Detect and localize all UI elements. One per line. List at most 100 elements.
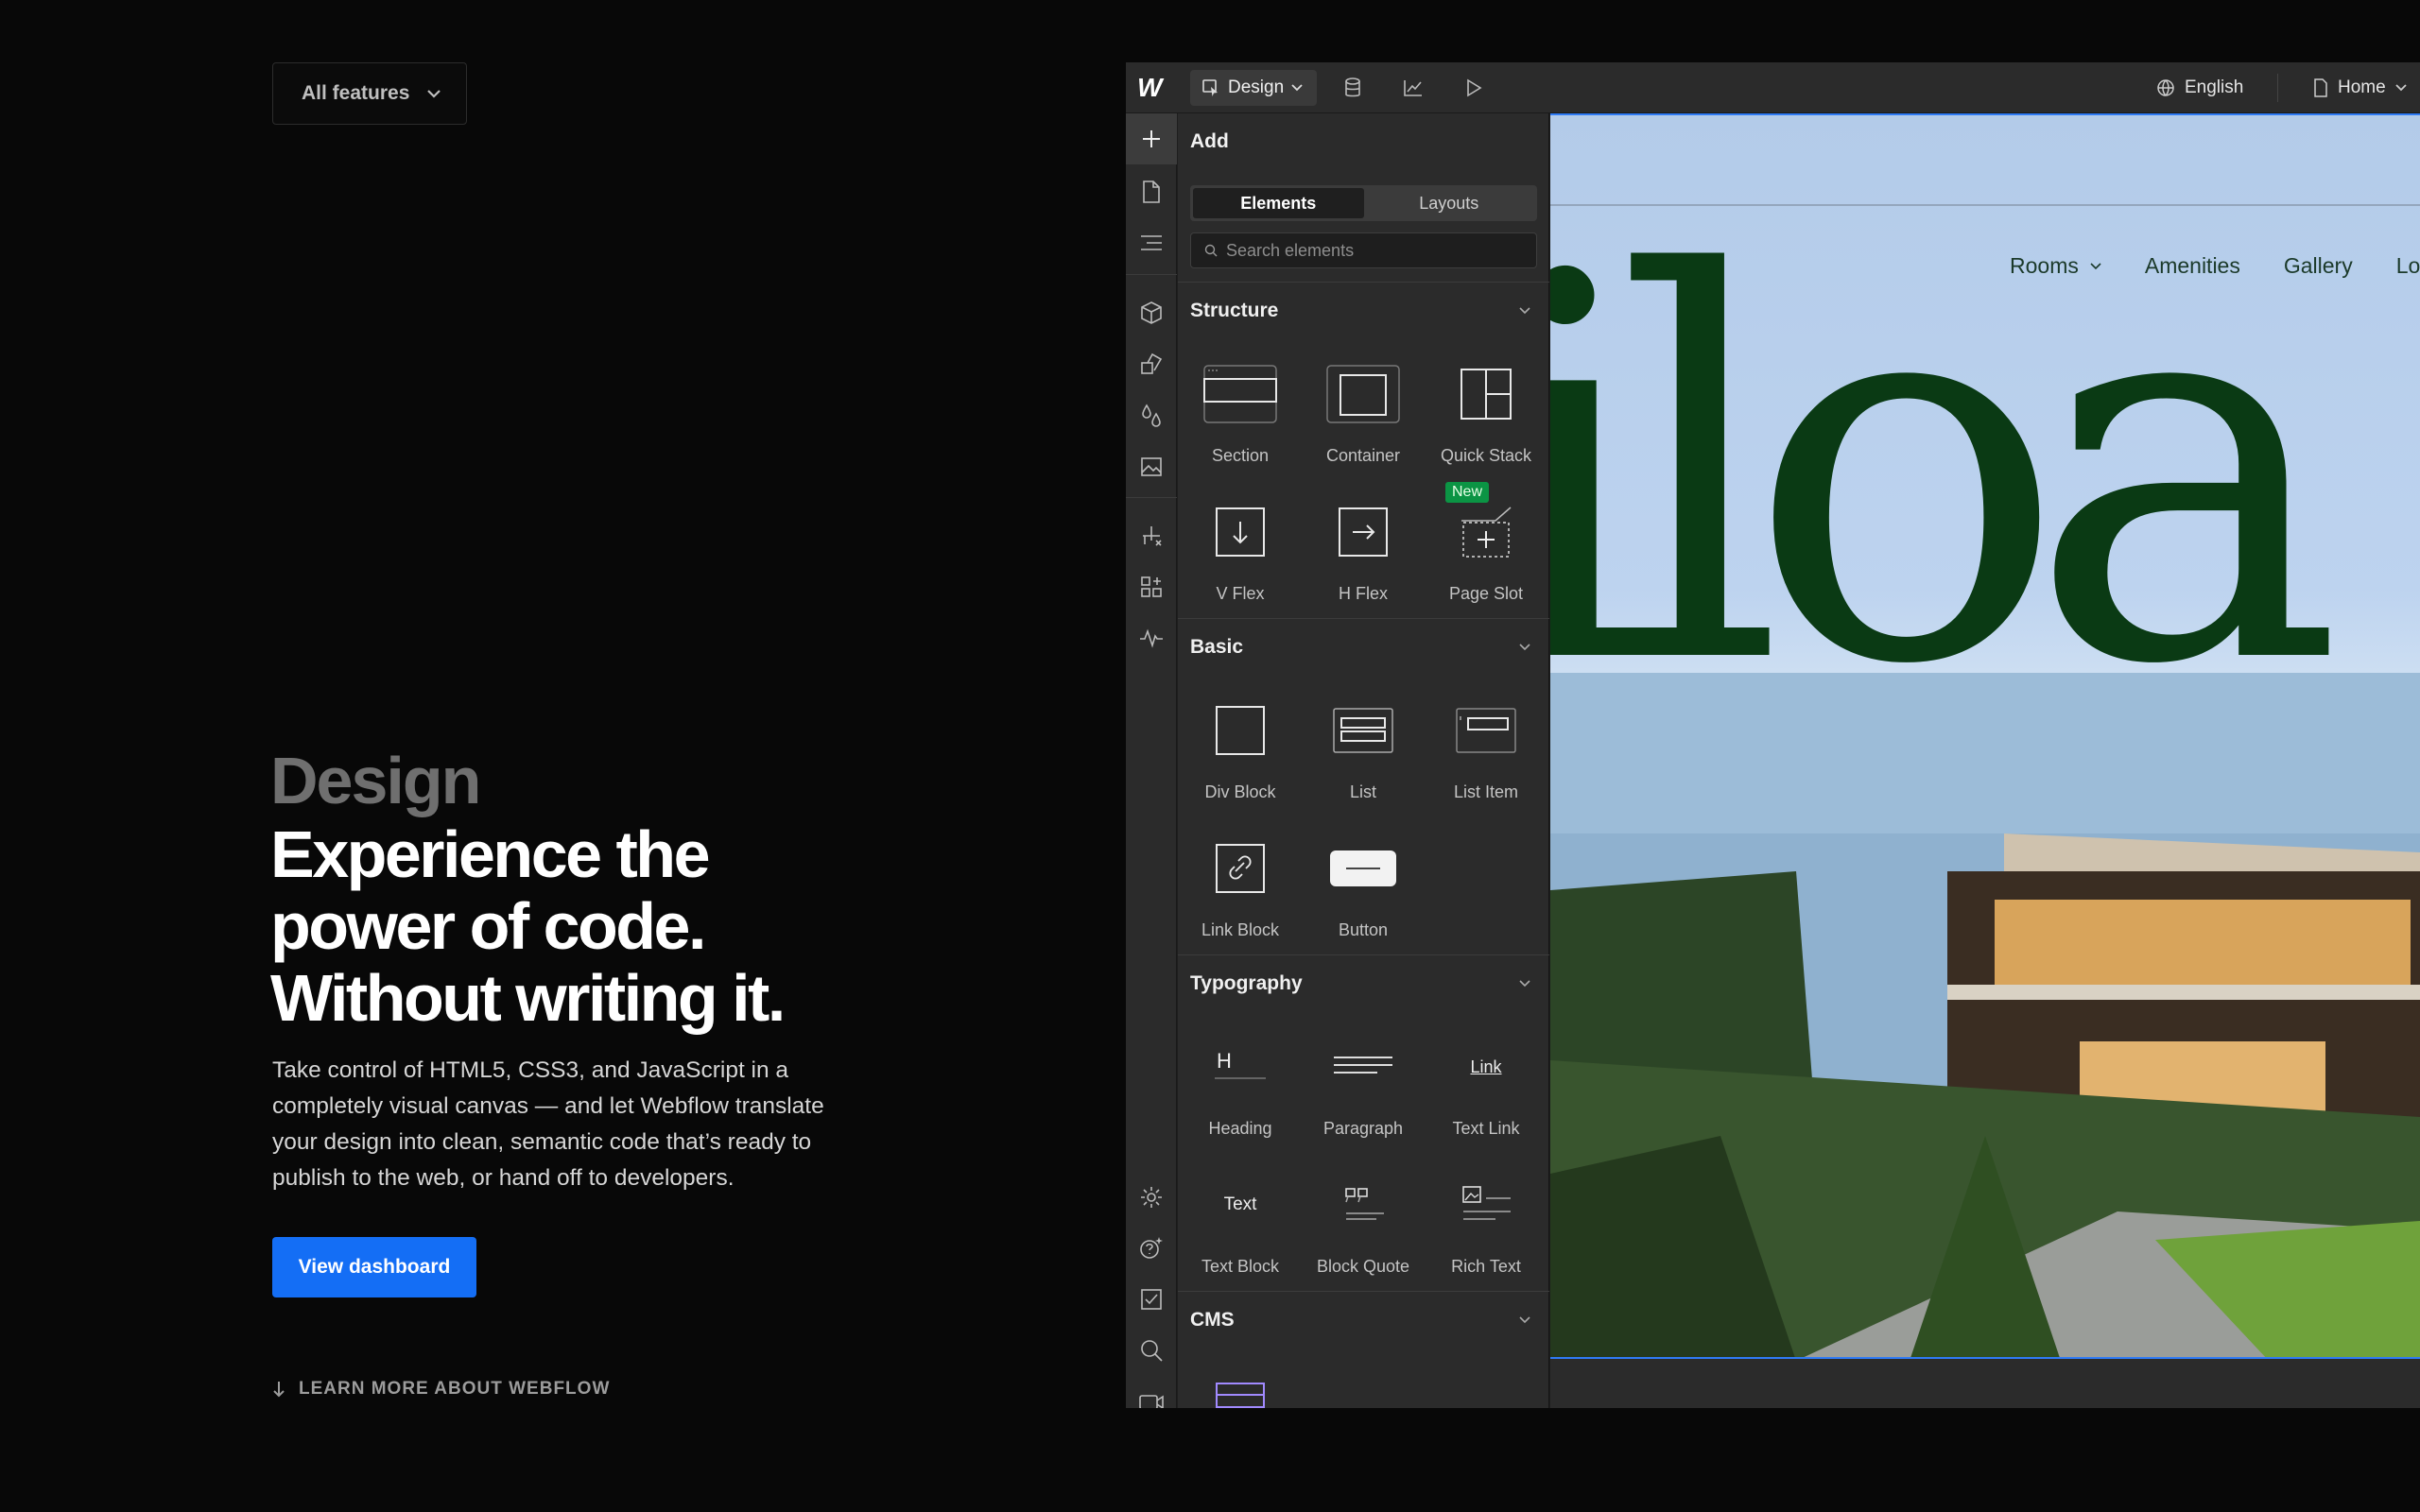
element-label: V Flex: [1216, 584, 1265, 603]
collection-list-element-icon: [1200, 1368, 1281, 1408]
search-elements-input[interactable]: [1226, 240, 1529, 261]
nav-label: Rooms: [2010, 253, 2079, 278]
help-button[interactable]: [1126, 1223, 1177, 1274]
styles-button[interactable]: [1126, 338, 1177, 389]
element-section[interactable]: Section: [1179, 340, 1302, 472]
components-button[interactable]: [1126, 287, 1177, 338]
all-features-dropdown[interactable]: All features: [272, 62, 467, 125]
video-tutorials-button[interactable]: [1126, 1376, 1177, 1408]
section-header-basic[interactable]: Basic: [1178, 618, 1549, 675]
element-button[interactable]: Button: [1302, 815, 1425, 947]
page-label: Home: [2338, 77, 2386, 97]
pages-button[interactable]: [1126, 166, 1177, 217]
tab-layouts[interactable]: Layouts: [1364, 188, 1535, 218]
element-text-block[interactable]: Text Text Block: [1179, 1151, 1302, 1283]
apps-grid-icon: [1141, 576, 1162, 597]
variables-button[interactable]: [1126, 389, 1177, 440]
add-panel: Add Elements Layouts Structure Section C…: [1178, 113, 1549, 1408]
database-icon: [1345, 77, 1360, 97]
text-glyph: Text: [1223, 1194, 1257, 1214]
navigator-button[interactable]: [1126, 217, 1177, 268]
element-link-block[interactable]: Link Block: [1179, 815, 1302, 947]
webflow-logo[interactable]: W: [1137, 62, 1166, 113]
design-canvas[interactable]: iloa Rooms Amenities Gallery Loca: [1550, 113, 2420, 1359]
element-quick-stack[interactable]: Quick Stack: [1425, 340, 1547, 472]
element-page-slot[interactable]: New Page Slot: [1425, 478, 1547, 610]
element-paragraph[interactable]: Paragraph: [1302, 1013, 1425, 1145]
navigator-icon: [1141, 235, 1162, 250]
element-text-link[interactable]: Link Text Link: [1425, 1013, 1547, 1145]
rail-divider: [1126, 497, 1177, 498]
chevron-down-icon: [2395, 84, 2407, 92]
section-title: Typography: [1190, 971, 1303, 994]
element-heading[interactable]: H Heading: [1179, 1013, 1302, 1145]
element-list-item[interactable]: List Item: [1425, 677, 1547, 809]
preview-button[interactable]: [1457, 62, 1491, 113]
search-icon: [1141, 1340, 1163, 1362]
help-sparkle-icon: [1140, 1237, 1163, 1259]
section-header-typography[interactable]: Typography: [1178, 954, 1549, 1011]
audit-button[interactable]: [1126, 1274, 1177, 1325]
line-chart-icon: [1404, 80, 1422, 96]
cms-database-button[interactable]: [1336, 62, 1370, 113]
plus-icon: [1143, 130, 1160, 147]
canvas-footer-bar: [1550, 1359, 2420, 1408]
element-block-quote[interactable]: Block Quote: [1302, 1151, 1425, 1283]
heading-element-icon: H: [1200, 1034, 1281, 1100]
nav-item-amenities[interactable]: Amenities: [2145, 253, 2240, 279]
checkbox-icon: [1141, 1289, 1162, 1310]
hero-kicker: Design: [270, 744, 481, 817]
element-v-flex[interactable]: V Flex: [1179, 478, 1302, 610]
page-slot-element-icon: New: [1445, 482, 1527, 565]
settings-button[interactable]: [1126, 1172, 1177, 1223]
chevron-down-icon: [427, 90, 441, 98]
section-header-cms[interactable]: CMS: [1178, 1291, 1549, 1348]
globe-icon: [2157, 79, 2174, 96]
section-title: Basic: [1190, 635, 1244, 658]
nav-item-location[interactable]: Loca: [2396, 253, 2420, 279]
image-icon: [1141, 457, 1162, 476]
analyze-button[interactable]: [1396, 62, 1430, 113]
element-container[interactable]: Container: [1302, 340, 1425, 472]
new-badge: New: [1445, 482, 1490, 503]
webflow-designer-window: W Design English Home Add Elements Layou…: [1126, 62, 2420, 1408]
logic-button[interactable]: [1126, 510, 1177, 561]
assets-button[interactable]: [1126, 440, 1177, 491]
search-button[interactable]: [1126, 1325, 1177, 1376]
design-mode-label: Design: [1228, 77, 1285, 97]
text-link-element-icon: Link: [1445, 1034, 1527, 1100]
apps-button[interactable]: [1126, 561, 1177, 612]
locale-selector[interactable]: English: [2156, 62, 2243, 113]
element-h-flex[interactable]: H Flex: [1302, 478, 1425, 610]
tab-elements[interactable]: Elements: [1193, 188, 1364, 218]
element-list[interactable]: List: [1302, 677, 1425, 809]
style-selectors-icon: [1141, 352, 1163, 374]
element-collection-list[interactable]: [1179, 1349, 1302, 1408]
gear-icon: [1141, 1187, 1162, 1208]
learn-more-link[interactable]: LEARN MORE ABOUT WEBFLOW: [272, 1379, 610, 1400]
link-block-element-icon: [1200, 835, 1281, 902]
list-item-element-icon: [1445, 697, 1527, 764]
section-element-icon: [1200, 361, 1281, 427]
hero-title: Experience the power of code. Without wr…: [270, 818, 894, 1034]
chevron-down-icon: [2090, 262, 2101, 269]
section-header-structure[interactable]: Structure: [1178, 282, 1549, 338]
chevron-down-icon: [1291, 84, 1303, 92]
nav-item-gallery[interactable]: Gallery: [2284, 253, 2353, 279]
nav-item-rooms[interactable]: Rooms: [2010, 253, 2101, 279]
page-selector[interactable]: Home: [2313, 62, 2407, 113]
video-icon: [1139, 1395, 1164, 1408]
activity-button[interactable]: [1126, 612, 1177, 663]
view-dashboard-button[interactable]: View dashboard: [272, 1237, 476, 1297]
list-element-icon: [1322, 697, 1404, 764]
add-panel-button[interactable]: [1126, 113, 1177, 164]
element-div-block[interactable]: Div Block: [1179, 677, 1302, 809]
chevron-down-icon: [1519, 979, 1530, 987]
chevron-down-icon: [1519, 1315, 1530, 1323]
element-rich-text[interactable]: Rich Text: [1425, 1151, 1547, 1283]
design-mode-button[interactable]: Design: [1190, 70, 1317, 106]
search-elements-field[interactable]: [1190, 232, 1537, 268]
panel-tabs: Elements Layouts: [1190, 185, 1537, 221]
element-label: Quick Stack: [1440, 446, 1532, 465]
panel-title: Add: [1190, 130, 1229, 152]
